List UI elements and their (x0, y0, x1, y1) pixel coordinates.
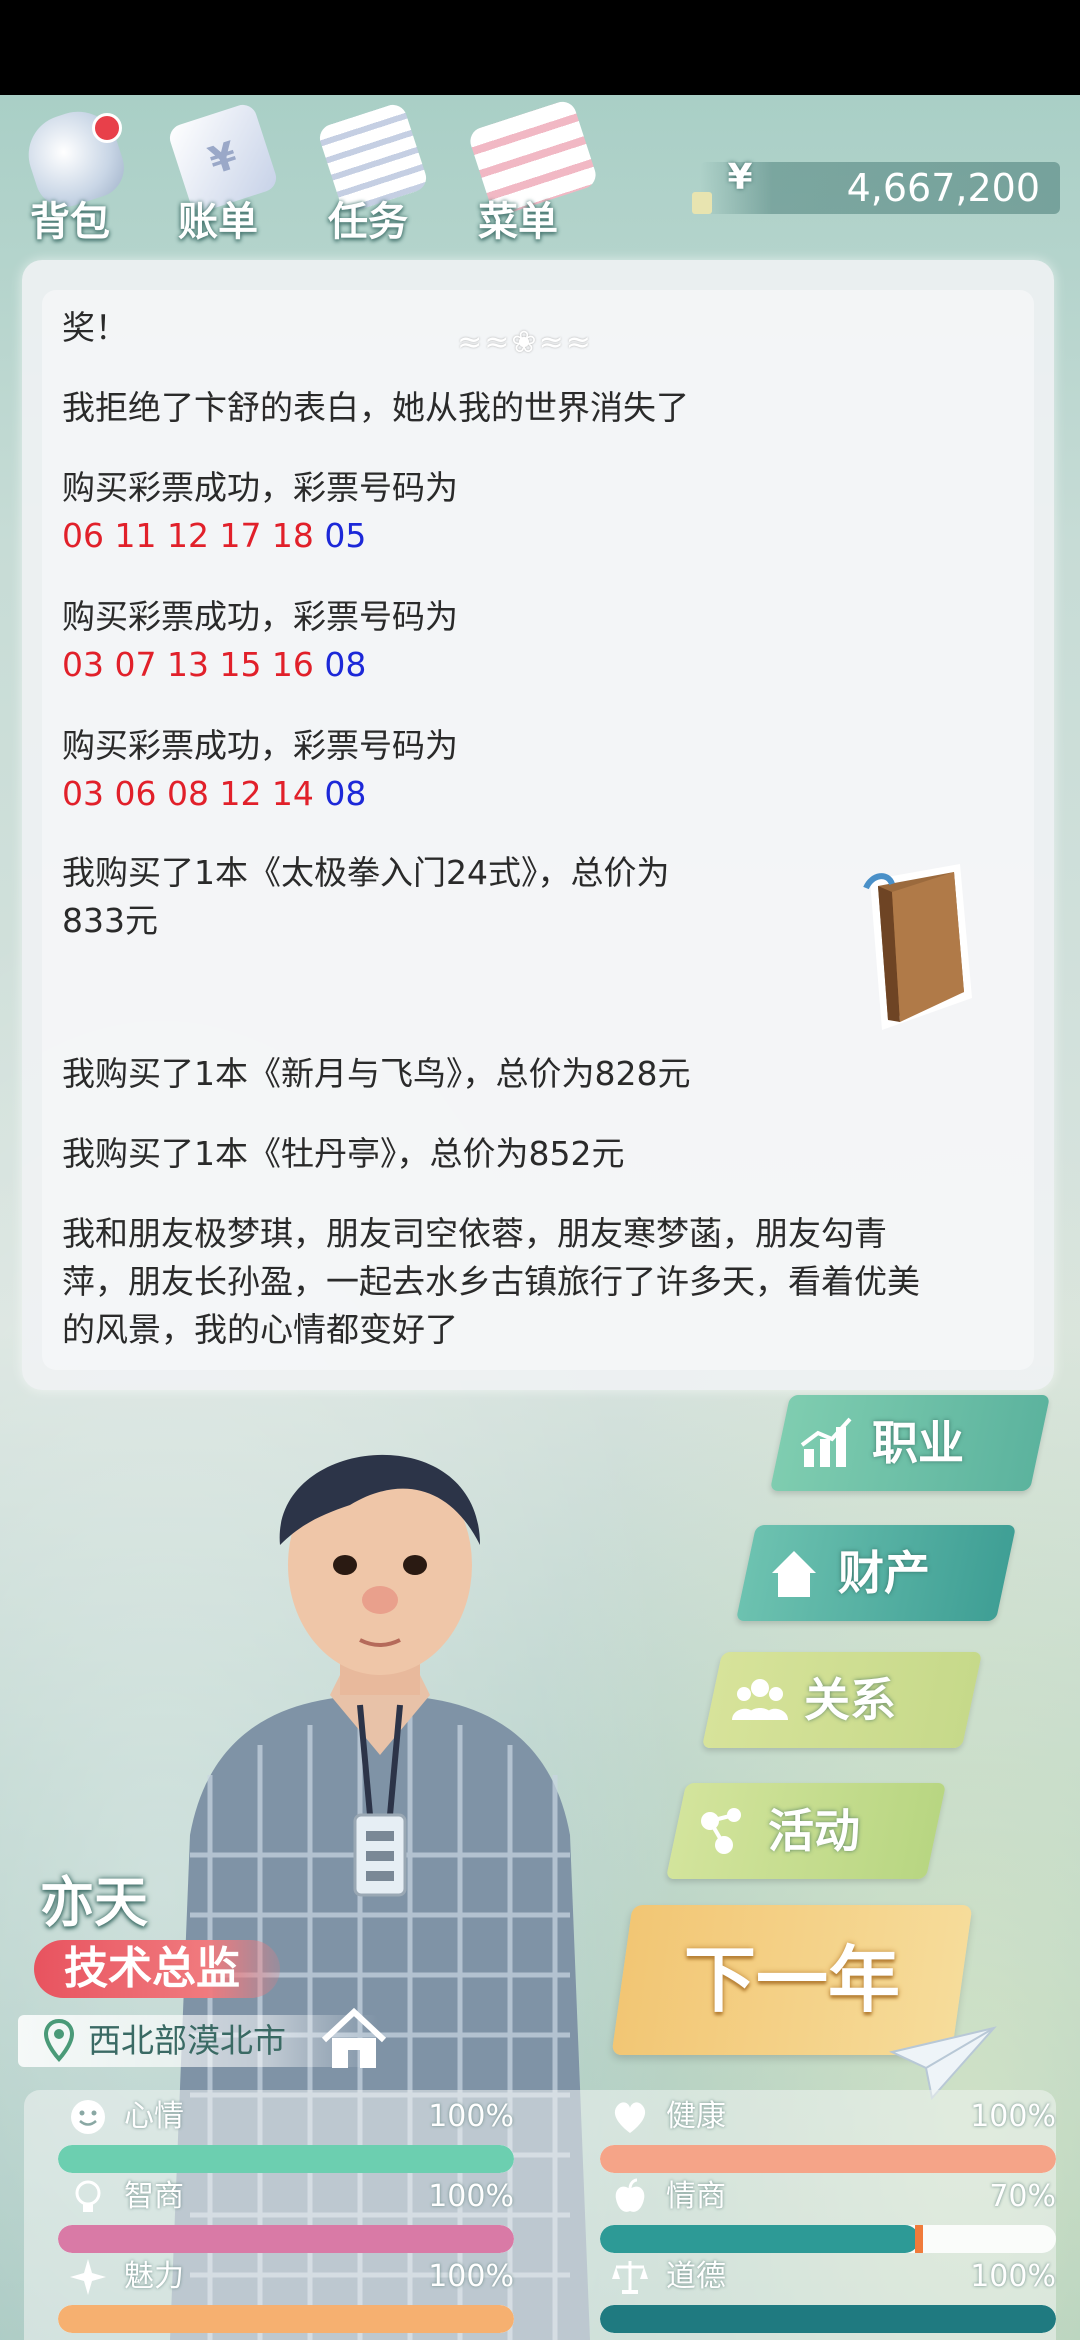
bulb-icon (75, 2180, 101, 2212)
activity-share-icon (701, 1808, 741, 1854)
stat-bar (58, 2145, 514, 2173)
backpack-button[interactable]: 背包 (0, 95, 140, 255)
lottery-blue-number: 08 (324, 774, 367, 813)
log-entry: 奖！ (62, 308, 128, 347)
career-chart-icon (800, 1417, 852, 1467)
stat-iq: 智商 100% (24, 2177, 514, 2255)
job-title-badge: 技术总监 (34, 1940, 280, 1998)
yen-icon: ¥ (727, 157, 753, 198)
apple-icon (615, 2178, 645, 2212)
smile-icon (71, 2100, 105, 2134)
lottery-blue-number: 08 (324, 645, 367, 684)
coin-icon (692, 192, 712, 214)
stat-bar (600, 2225, 1056, 2253)
stat-bar (58, 2225, 514, 2253)
stat-eq: 情商 70% (566, 2177, 1056, 2255)
scale-icon (612, 2261, 648, 2294)
home-icon[interactable] (318, 2006, 390, 2072)
menu-button[interactable]: 菜单 (448, 95, 600, 255)
log-entry: 购买彩票成功，彩票号码为 03 06 08 12 14 08 (62, 726, 458, 813)
stat-mood: 心情 100% (24, 2097, 514, 2175)
stat-bar (600, 2305, 1056, 2333)
activities-label: 活动 (768, 1804, 860, 1858)
money-value: 4,667,200 (846, 166, 1040, 210)
status-bar (0, 0, 1080, 95)
log-entry: 购买彩票成功，彩票号码为 06 11 12 17 18 05 (62, 468, 458, 555)
career-label: 职业 (872, 1416, 964, 1470)
bill-label: 账单 (178, 199, 258, 245)
lottery-red-numbers: 03 07 13 15 16 (62, 645, 314, 684)
log-entry: 我购买了1本《牡丹亭》，总价为852元 (62, 1134, 625, 1173)
relations-button[interactable]: 关系 (701, 1652, 983, 1748)
location-text: 西北部漠北市 (88, 2021, 286, 2060)
log-entry: 我购买了1本《新月与飞鸟》，总价为828元 (62, 1054, 691, 1093)
task-button[interactable]: 任务 (298, 95, 438, 255)
star-icon (70, 2259, 106, 2295)
task-label: 任务 (328, 199, 408, 245)
menu-label: 菜单 (478, 199, 558, 245)
stat-morality: 道德 100% (566, 2257, 1056, 2335)
lottery-red-numbers: 03 06 08 12 14 (62, 774, 314, 813)
career-button[interactable]: 职业 (769, 1395, 1051, 1491)
notification-dot (92, 113, 122, 143)
lottery-blue-number: 05 (324, 516, 367, 555)
bill-button[interactable]: ¥ 账单 (148, 95, 288, 255)
location-pin-icon (44, 2019, 74, 2062)
log-entry: 购买彩票成功，彩票号码为 03 07 13 15 16 08 (62, 597, 458, 684)
stat-bar (600, 2145, 1056, 2173)
stat-bar (58, 2305, 514, 2333)
log-entry: 我和朋友极梦琪，朋友司空依蓉，朋友寒梦菡，朋友勾青 萍，朋友长孙盈，一起去水乡古… (62, 1214, 920, 1349)
assets-label: 财产 (838, 1546, 930, 1600)
relations-label: 关系 (804, 1673, 896, 1727)
heart-icon (614, 2102, 646, 2133)
lottery-red-numbers: 06 11 12 17 18 (62, 516, 314, 555)
backpack-label: 背包 (30, 199, 110, 245)
log-entry: 我拒绝了卞舒的表白，她从我的世界消失了 (62, 388, 689, 427)
people-icon (732, 1679, 788, 1720)
activities-button[interactable]: 活动 (665, 1783, 947, 1879)
stat-health: 健康 100% (566, 2097, 1056, 2175)
event-log-inner (42, 290, 1034, 1370)
stat-charm: 魅力 100% (24, 2257, 514, 2335)
book-icon (863, 864, 972, 1030)
log-entry: 我购买了1本《太极拳入门24式》，总价为 833元 (62, 853, 670, 940)
assets-button[interactable]: 财产 (735, 1525, 1017, 1621)
house-icon (772, 1551, 816, 1597)
character-name: 亦天 (40, 1871, 148, 1934)
